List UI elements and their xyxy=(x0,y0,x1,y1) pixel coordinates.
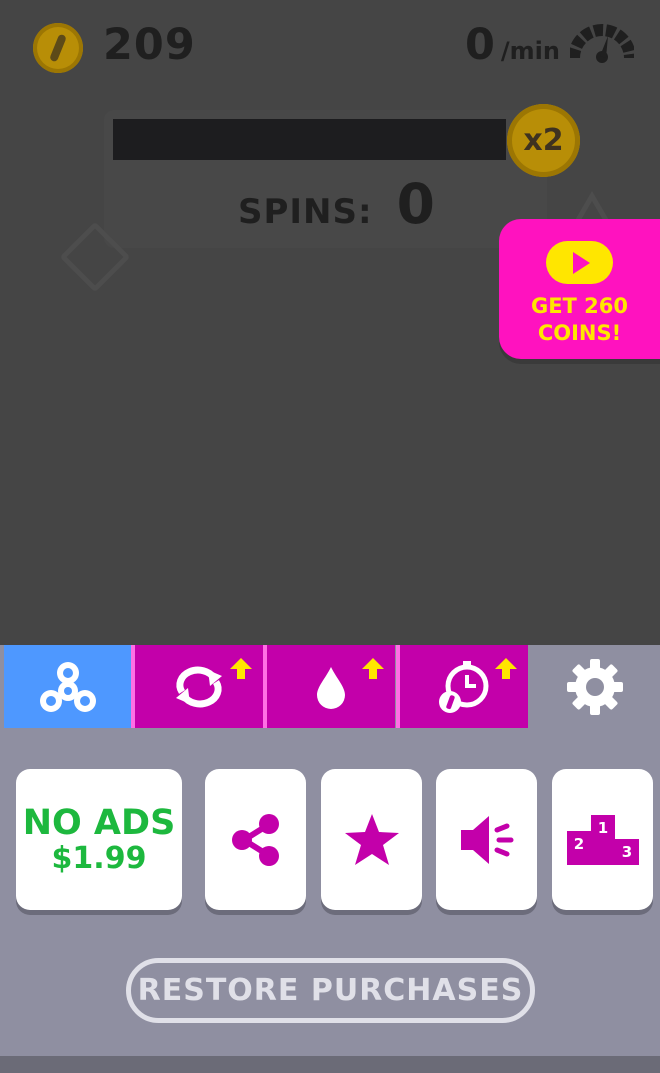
coin-icon xyxy=(33,23,83,73)
spin-rate: 0 /min xyxy=(465,20,560,70)
upgrade-arrow-icon xyxy=(495,658,517,679)
tab-drop-upgrades[interactable] xyxy=(263,645,395,728)
tab-settings[interactable] xyxy=(530,645,660,728)
upgrade-arrow-icon xyxy=(362,658,384,679)
spin-rate-unit: /min xyxy=(500,37,560,65)
rate-button[interactable] xyxy=(321,769,422,910)
progress-bar xyxy=(113,119,506,160)
stopwatch-icon xyxy=(439,660,489,713)
gear-icon xyxy=(567,658,623,715)
spins-counter: SPINS: 0 xyxy=(238,172,435,236)
play-video-icon xyxy=(546,241,613,284)
upgrade-arrow-icon xyxy=(230,658,252,679)
spins-value: 0 xyxy=(396,172,435,236)
no-ads-label: NO ADS xyxy=(22,802,176,843)
tab-time-upgrades[interactable] xyxy=(396,645,528,728)
drop-icon xyxy=(317,666,345,709)
watch-video-reward-button[interactable]: GET 260 COINS! xyxy=(499,219,660,359)
star-icon xyxy=(344,813,399,865)
footer-strip xyxy=(0,1056,660,1073)
no-ads-button[interactable]: NO ADS $1.99 xyxy=(16,769,182,910)
reward-label-line2: COINS! xyxy=(537,321,622,345)
leaderboard-button[interactable]: 1 2 3 xyxy=(552,769,653,910)
podium-first-label: 1 xyxy=(597,819,607,837)
tab-spinners[interactable] xyxy=(4,645,132,728)
share-button[interactable] xyxy=(205,769,306,910)
no-ads-price: $1.99 xyxy=(51,840,147,876)
spin-rate-value: 0 xyxy=(464,20,495,70)
podium-icon: 1 2 3 xyxy=(566,814,639,865)
spins-label: SPINS: xyxy=(238,192,373,232)
sound-toggle-button[interactable] xyxy=(436,769,537,910)
fidget-spinner-icon xyxy=(40,661,96,712)
podium-second-label: 2 xyxy=(573,835,583,853)
speaker-icon xyxy=(460,815,513,864)
podium-third-label: 3 xyxy=(621,843,631,861)
restore-purchases-button[interactable]: RESTORE PURCHASES xyxy=(126,958,535,1023)
spin-arrows-icon xyxy=(176,666,222,707)
reward-label-line1: GET 260 xyxy=(530,294,629,318)
tab-spin-upgrades[interactable] xyxy=(131,645,263,728)
share-icon xyxy=(231,813,279,866)
tab-bar xyxy=(0,645,660,728)
coin-count: 209 xyxy=(103,20,196,70)
multiplier-badge[interactable]: x2 xyxy=(507,104,580,177)
speedometer-icon xyxy=(570,24,634,63)
reward-label: GET 260 COINS! xyxy=(499,293,660,347)
game-area: 209 0 /min x2 SPINS: 0 GET 260 COINS! xyxy=(0,0,660,645)
